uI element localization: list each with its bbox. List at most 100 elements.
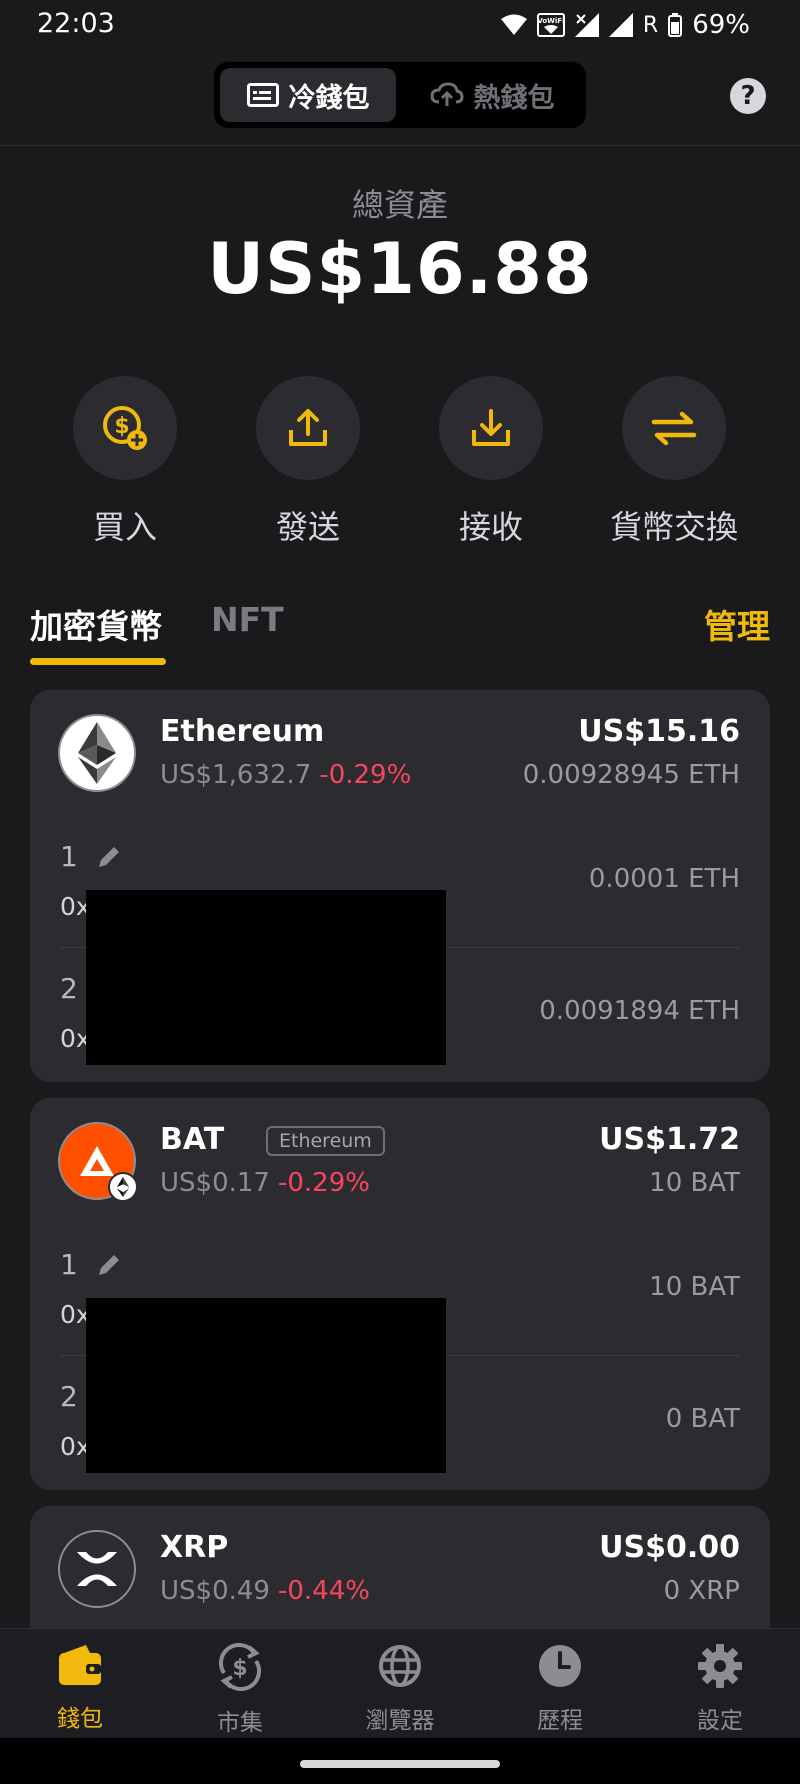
swap-icon-circle [622, 376, 726, 480]
vowifi-badge: VoWiFi [536, 13, 565, 37]
swap-arrows-icon [651, 411, 697, 446]
system-gesture-area [0, 1738, 800, 1784]
nav-browser-label: 瀏覽器 [365, 1708, 435, 1734]
receive-button[interactable]: 接收 [411, 376, 571, 548]
asset-card-bat[interactable]: BAT Ethereum US$0.17 -0.29% US$1.72 10 BA… [30, 1098, 770, 1490]
wallet-icon [59, 1645, 101, 1685]
wallet-type-switch: 冷錢包 熱錢包 [214, 62, 586, 128]
swap-label: 貨幣交換 [609, 508, 738, 546]
status-icons: VoWiFi R 69% [500, 10, 750, 40]
svg-text:$: $ [114, 414, 129, 439]
coin-amount: 10 BAT [649, 1168, 740, 1198]
redacted-address-block [86, 1298, 446, 1473]
battery-icon [668, 13, 683, 37]
app-header: 冷錢包 熱錢包 ? [0, 52, 800, 146]
buy-label: 買入 [92, 508, 157, 546]
asset-tabs: 加密貨幣 NFT 管理 [30, 600, 770, 670]
ethereum-logo-icon [58, 714, 136, 792]
send-icon-circle [256, 376, 360, 480]
buy-button[interactable]: $ 買入 [45, 376, 205, 548]
account-balance: 0.0091894 ETH [539, 996, 740, 1026]
settings-gear-icon [698, 1644, 742, 1688]
svg-text:$: $ [232, 1656, 247, 1681]
total-assets-value: US$16.88 [207, 228, 593, 310]
roaming-indicator: R [642, 12, 659, 38]
nav-wallet-label: 錢包 [57, 1706, 103, 1732]
nav-market[interactable]: $ 市集 [160, 1643, 320, 1737]
nav-browser[interactable]: 瀏覽器 [320, 1643, 480, 1735]
home-gesture-handle[interactable] [300, 1760, 500, 1768]
coin-change: -0.29% [319, 760, 412, 790]
send-label: 發送 [275, 508, 340, 546]
coin-name: Ethereum [160, 714, 325, 749]
account-balance: 0 BAT [665, 1404, 740, 1434]
edit-pencil-icon[interactable] [96, 844, 122, 870]
account-index: 1 [60, 1248, 78, 1281]
tab-crypto[interactable]: 加密貨幣 [30, 600, 162, 648]
cold-wallet-card-icon [246, 83, 279, 107]
nav-market-label: 市集 [217, 1710, 263, 1736]
coin-amount: 0.00928945 ETH [522, 760, 740, 790]
status-time: 22:03 [37, 8, 115, 39]
help-icon[interactable]: ? [730, 78, 766, 114]
coin-price: US$0.17 [160, 1168, 270, 1198]
buy-dollar-plus-icon: $ [103, 406, 147, 450]
nav-wallet[interactable]: 錢包 [0, 1643, 160, 1733]
status-bar: 22:03 VoWiFi R 69% [0, 0, 800, 52]
coin-usd-value: US$0.00 [599, 1530, 740, 1565]
receive-icon-circle [439, 376, 543, 480]
tab-hot-wallet-label: 熱錢包 [473, 82, 555, 114]
clock-icon [539, 1645, 581, 1687]
account-index: 1 [60, 840, 78, 873]
wifi-icon [500, 14, 527, 35]
receive-label: 接收 [458, 508, 523, 546]
coin-price: US$0.49 [160, 1576, 270, 1606]
nav-settings-label: 設定 [697, 1708, 743, 1734]
market-dollar-cycle-icon: $ [218, 1643, 262, 1691]
asset-card-ethereum[interactable]: Ethereum US$1,632.7 -0.29% US$15.16 0.009… [30, 690, 770, 1082]
signal-icon [608, 13, 633, 37]
chain-tag: Ethereum [266, 1126, 385, 1156]
coin-usd-value: US$1.72 [599, 1122, 740, 1157]
cloud-icon [429, 82, 464, 106]
battery-percent: 69% [692, 10, 750, 40]
tab-cold-wallet[interactable]: 冷錢包 [220, 68, 396, 122]
nav-history[interactable]: 歷程 [480, 1643, 640, 1735]
no-signal-icon [574, 13, 599, 37]
edit-pencil-icon[interactable] [96, 1252, 122, 1278]
redacted-address-block [86, 890, 446, 1065]
ethereum-chain-badge-icon [108, 1172, 138, 1202]
account-index: 2 [60, 972, 78, 1005]
bat-logo-icon [58, 1122, 138, 1202]
nav-history-label: 歷程 [537, 1708, 583, 1734]
tab-cold-wallet-label: 冷錢包 [288, 82, 370, 114]
coin-name: BAT [160, 1122, 225, 1157]
coin-price-row: US$0.17 -0.29% [160, 1168, 370, 1198]
tab-active-indicator [30, 658, 166, 665]
coin-change: -0.29% [277, 1168, 370, 1198]
xrp-logo-icon [58, 1530, 136, 1608]
send-button[interactable]: 發送 [228, 376, 388, 548]
account-balance: 10 BAT [649, 1272, 740, 1302]
coin-usd-value: US$15.16 [578, 714, 740, 749]
coin-price-row: US$1,632.7 -0.29% [160, 760, 411, 790]
coin-price-row: US$0.49 -0.44% [160, 1576, 370, 1606]
buy-icon-circle: $ [73, 376, 177, 480]
coin-change: -0.44% [277, 1576, 370, 1606]
total-assets-label: 總資產 [351, 186, 448, 224]
account-balance: 0.0001 ETH [588, 864, 740, 894]
account-index: 2 [60, 1380, 78, 1413]
quick-actions: $ 買入 發送 接收 貨幣交換 [0, 376, 800, 546]
tab-hot-wallet[interactable]: 熱錢包 [404, 68, 580, 122]
nav-settings[interactable]: 設定 [640, 1643, 800, 1735]
upload-icon [289, 409, 327, 446]
coin-name: XRP [160, 1530, 229, 1565]
manage-button[interactable]: 管理 [704, 600, 770, 648]
bottom-navigation: 錢包 $ 市集 瀏覽器 歷程 設定 [0, 1628, 800, 1738]
globe-icon [379, 1645, 421, 1687]
download-icon [472, 409, 510, 446]
asset-card-xrp[interactable]: XRP US$0.49 -0.44% US$0.00 0 XRP [30, 1506, 770, 1646]
coin-amount: 0 XRP [663, 1576, 740, 1606]
tab-nft[interactable]: NFT [211, 600, 284, 639]
swap-button[interactable]: 貨幣交換 [594, 376, 754, 548]
